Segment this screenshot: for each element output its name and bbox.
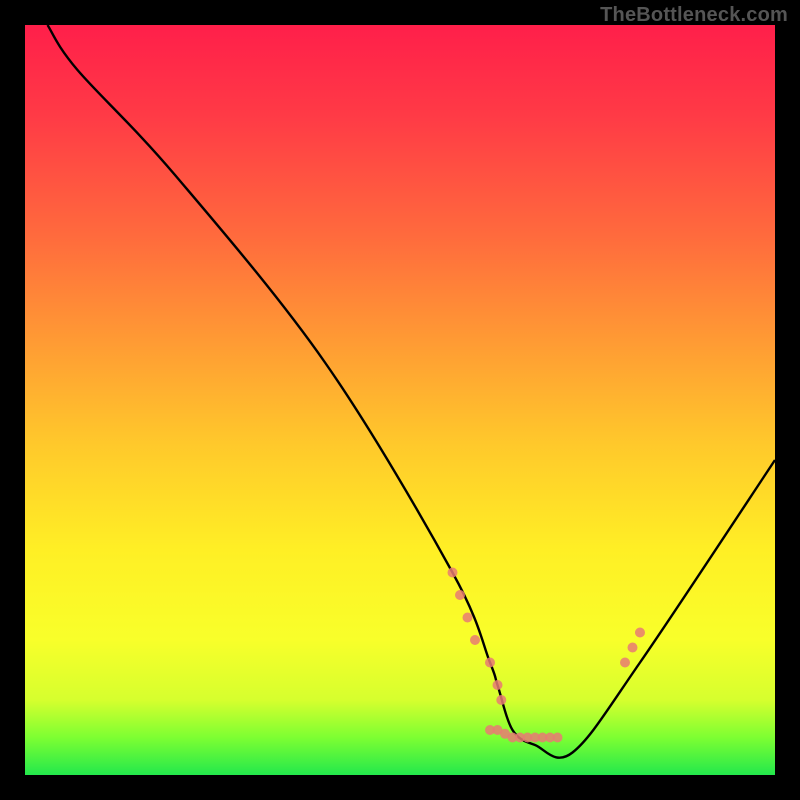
data-marker	[485, 658, 495, 668]
data-marker	[463, 613, 473, 623]
data-marker	[470, 635, 480, 645]
data-marker	[493, 680, 503, 690]
data-marker	[496, 695, 506, 705]
curve-svg	[25, 25, 775, 775]
chart-frame: TheBottleneck.com	[0, 0, 800, 800]
watermark-text: TheBottleneck.com	[600, 4, 788, 27]
data-marker	[553, 733, 563, 743]
data-marker	[455, 590, 465, 600]
bottleneck-curve-path	[48, 25, 776, 758]
data-marker	[448, 568, 458, 578]
data-marker	[628, 643, 638, 653]
data-marker	[620, 658, 630, 668]
marker-group	[448, 568, 646, 743]
data-marker	[635, 628, 645, 638]
plot-area	[25, 25, 775, 775]
